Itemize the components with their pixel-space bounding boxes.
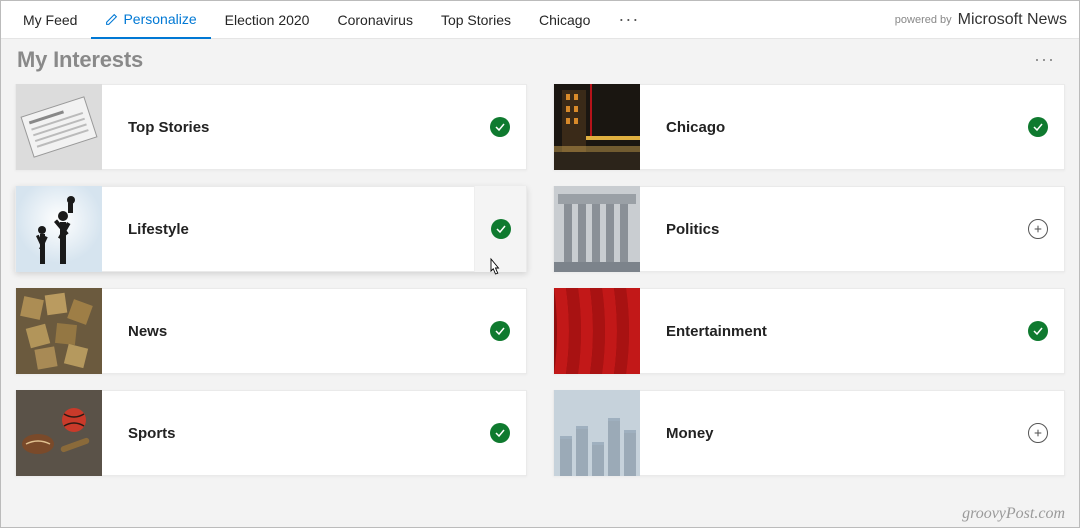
interest-toggle[interactable]	[474, 186, 526, 272]
nav-label: Personalize	[123, 11, 196, 27]
nav-personalize[interactable]: Personalize	[91, 1, 210, 39]
thumb-money	[554, 390, 640, 476]
nav-coronavirus[interactable]: Coronavirus	[323, 1, 426, 39]
thumb-newspaper	[16, 84, 102, 170]
thumb-entertainment	[554, 288, 640, 374]
check-icon	[490, 423, 510, 443]
plus-icon	[1028, 219, 1048, 239]
nav-label: Top Stories	[441, 12, 511, 28]
interest-card-top-stories[interactable]: Top Stories	[15, 84, 527, 170]
interest-label: Money	[666, 425, 1012, 442]
interest-toggle[interactable]	[1012, 390, 1064, 476]
interest-card-entertainment[interactable]: Entertainment	[553, 288, 1065, 374]
thumb-news	[16, 288, 102, 374]
thumb-politics	[554, 186, 640, 272]
interest-label: Lifestyle	[128, 221, 474, 238]
nav-more-button[interactable]: ···	[604, 1, 653, 39]
interest-card-sports[interactable]: Sports	[15, 390, 527, 476]
powered-by-brand: Microsoft News	[958, 11, 1067, 29]
page-more-button[interactable]: ···	[1026, 45, 1063, 74]
check-icon	[490, 321, 510, 341]
thumb-chicago	[554, 84, 640, 170]
thumb-lifestyle	[16, 186, 102, 272]
nav-label: Coronavirus	[337, 12, 412, 28]
watermark: groovyPost.com	[962, 505, 1065, 523]
nav-label: Chicago	[539, 12, 590, 28]
nav-top-stories[interactable]: Top Stories	[427, 1, 525, 39]
interest-label: Entertainment	[666, 323, 1012, 340]
check-icon	[1028, 117, 1048, 137]
interest-label: Politics	[666, 221, 1012, 238]
interest-toggle[interactable]	[474, 390, 526, 476]
page-title-row: My Interests ···	[1, 39, 1079, 84]
nav-chicago[interactable]: Chicago	[525, 1, 604, 39]
interests-grid: Top Stories Chicago	[1, 84, 1079, 476]
top-nav: My Feed Personalize Election 2020 Corona…	[1, 1, 1079, 39]
plus-icon	[1028, 423, 1048, 443]
nav-election-2020[interactable]: Election 2020	[211, 1, 324, 39]
interest-label: Sports	[128, 425, 474, 442]
interest-card-money[interactable]: Money	[553, 390, 1065, 476]
interest-label: News	[128, 323, 474, 340]
interest-label: Chicago	[666, 119, 1012, 136]
check-icon	[491, 219, 511, 239]
nav-label: Election 2020	[225, 12, 310, 28]
interest-toggle[interactable]	[1012, 186, 1064, 272]
powered-by-label: powered by	[895, 14, 952, 26]
interest-card-news[interactable]: News	[15, 288, 527, 374]
interest-card-lifestyle[interactable]: Lifestyle	[15, 186, 527, 272]
interest-toggle[interactable]	[474, 84, 526, 170]
nav-my-feed[interactable]: My Feed	[9, 1, 91, 39]
powered-by: powered by Microsoft News	[895, 11, 1067, 29]
pencil-icon	[105, 13, 118, 26]
interest-card-chicago[interactable]: Chicago	[553, 84, 1065, 170]
nav-label: My Feed	[23, 12, 77, 28]
check-icon	[490, 117, 510, 137]
interest-toggle[interactable]	[474, 288, 526, 374]
page-title: My Interests	[17, 47, 143, 73]
thumb-sports	[16, 390, 102, 476]
interest-toggle[interactable]	[1012, 84, 1064, 170]
interest-card-politics[interactable]: Politics	[553, 186, 1065, 272]
interest-toggle[interactable]	[1012, 288, 1064, 374]
check-icon	[1028, 321, 1048, 341]
interest-label: Top Stories	[128, 119, 474, 136]
